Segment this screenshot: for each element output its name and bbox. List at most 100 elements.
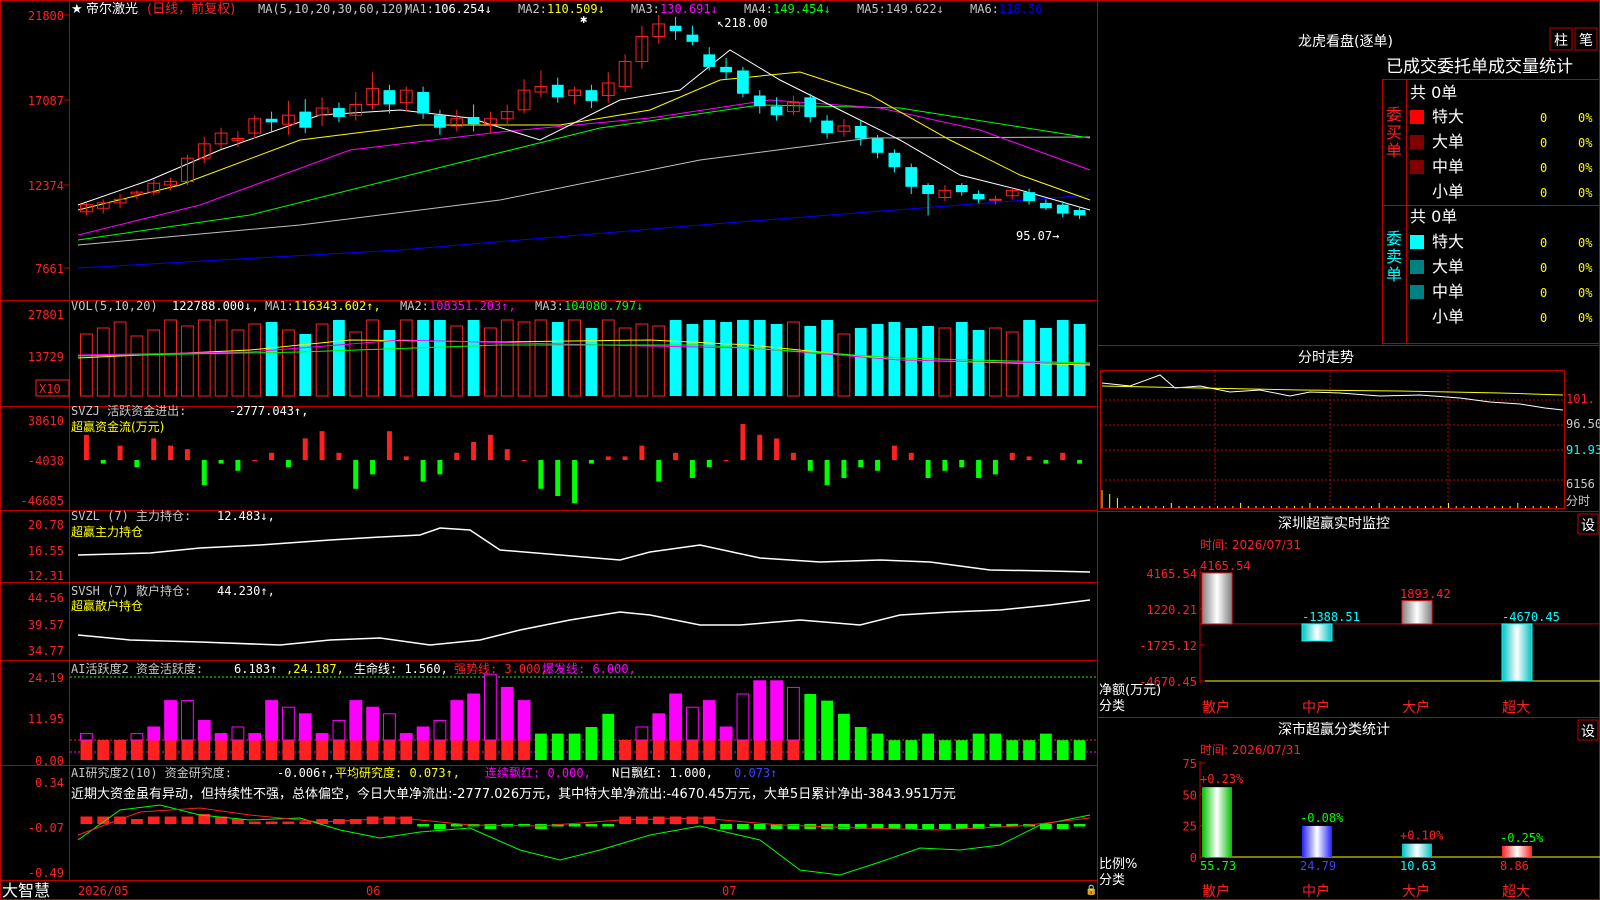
candle-down [770,106,783,116]
monitor-y-tick: 1220.21 [1146,603,1197,617]
svzj-bar [269,452,275,460]
candle-down [686,34,699,42]
sell-row-vol: 0 [1540,236,1547,250]
sell-row-name: 小单 [1432,307,1464,326]
ai-research-bar [417,824,429,827]
volume-bar-down [804,326,817,396]
monitor-ylabel: 净额(万元) [1099,683,1161,698]
ai-research-bar [939,824,951,829]
buy-label-char: 委 [1386,105,1402,124]
ma-header: MA(5,10,20,30,60,120) [258,2,410,16]
ai-active-bar-red [753,740,766,760]
zhu-button[interactable]: 柱 [1554,33,1568,49]
bi-button[interactable]: 笔 [1579,33,1593,49]
svsh-y-tick: 34.77 [28,644,64,658]
ai-active-panel[interactable]: 24.19 11.95 0.00 [28,671,1097,768]
candle-down [871,138,884,153]
buy-row-name: 中单 [1432,157,1464,176]
ai-active-bar-magenta [484,673,497,741]
svzj-bar [235,460,241,471]
ai-active-bar-red [164,740,177,760]
ai-active-bar-magenta [130,733,144,741]
monitor-y-tick: 4165.54 [1146,567,1197,581]
svzj-bar [824,460,830,486]
candlestick-panel[interactable]: ↖218.0095.07→✱ [77,12,1091,269]
svzl-panel[interactable]: 20.78 16.55 12.31 [28,518,1091,583]
stats-ylabel: 比例% [1099,857,1137,872]
svzj-bar [302,438,308,460]
volume-bar-up [635,323,649,397]
ai-active-bar-magenta [467,693,480,741]
ai-active-bar-red [299,740,312,760]
ai-research-bar [164,816,177,824]
buy-swatch [1410,160,1424,174]
stats-bar-value: 24.79 [1300,859,1336,873]
svzj-bar [774,438,780,460]
svzj-bar [875,460,881,471]
stats-title: 深市超赢分类统计 [1278,721,1390,738]
lock-icon[interactable]: 🔒 [1085,884,1097,896]
ai-active-bar-red [636,740,648,760]
svzj-bar [252,460,258,461]
stats-settings-button[interactable]: 设 [1581,724,1595,740]
ai-research-bar [568,824,581,827]
svzj-bar [437,460,443,475]
ai-active-bar-red [737,740,749,760]
candle-down [299,111,312,128]
ai-active-bar-red [686,740,699,760]
svzj-bar [83,434,89,460]
ai-active-bar-red [450,740,463,760]
ai-research-bar [753,824,766,829]
sell-label-char: 单 [1386,265,1402,284]
svzj-bar [521,460,527,461]
ai-research-header: AI研究度2(10) 资金研究度: [71,765,232,780]
ai-research-bar [838,824,850,829]
stats-bar [1502,845,1532,857]
y-axis-ticks: 21800 17087 12374 7661 [28,9,70,276]
volume-bar-up [80,333,93,397]
ai-research-y-tick: -0.49 [28,866,64,880]
svzj-panel[interactable]: 38610 -4038 -46685 [21,414,1083,508]
ai-research-bar [80,816,93,824]
volume-panel[interactable]: 27801 13729 [28,308,1091,397]
svzj-bar [555,460,561,496]
vol-ma-label-1: MA1: [265,299,294,313]
stats-category: 散户 [1202,883,1230,900]
candle-down [1073,210,1086,216]
sell-row-pct: 0% [1578,261,1593,275]
ma-value-5: 149.622↓ [886,2,944,16]
ai-research-bar [383,816,396,824]
svsh-panel[interactable]: 44.56 39.57 34.77 [28,591,1091,658]
ai-active-item-5: 爆发线: 6.000, [542,661,636,676]
volume-bar-down [265,322,278,396]
svzj-bar [487,434,493,460]
svzj-bar [757,434,763,460]
ai-active-bar-magenta [315,733,329,741]
ai-active-bar-red [265,740,278,760]
ai-active-bar-red [669,740,682,760]
favorite-star-icon[interactable]: ★ [71,2,83,17]
ai-active-bar-magenta [787,686,800,741]
candle-down [905,167,918,187]
dragon-tiger-title: 龙虎看盘(逐单) [1298,33,1393,50]
ai-active-bar-magenta [433,719,447,741]
order-stats-title: 已成交委托单成交量统计 [1386,57,1573,77]
ai-active-bar-red [652,740,665,760]
high-marker: ↖218.00 [717,16,768,30]
chart-mode[interactable]: (日线，前复权) [147,1,235,17]
svzj-bar [790,452,796,460]
svsh-subtitle: 超赢散户持仓 [71,598,143,613]
ai-active-bar-red [518,740,530,760]
ai-research-item-4: N日飘红: 1.000, [612,765,713,780]
sell-label-char: 卖 [1386,247,1402,266]
ai-active-bar-magenta [652,713,666,741]
vol-ma-value-2: 108351.203↑, [429,299,516,313]
ai-active-bar-magenta [231,726,245,741]
ai-active-bar-magenta [248,733,262,741]
ai-active-item-3: 生命线: 1.560, [354,661,448,676]
volume-bar-up [197,319,211,397]
volume-bar-up [787,321,800,397]
ai-active-bar-red [97,740,110,760]
monitor-settings-button[interactable]: 设 [1581,518,1595,534]
svzj-bar [1043,460,1049,464]
